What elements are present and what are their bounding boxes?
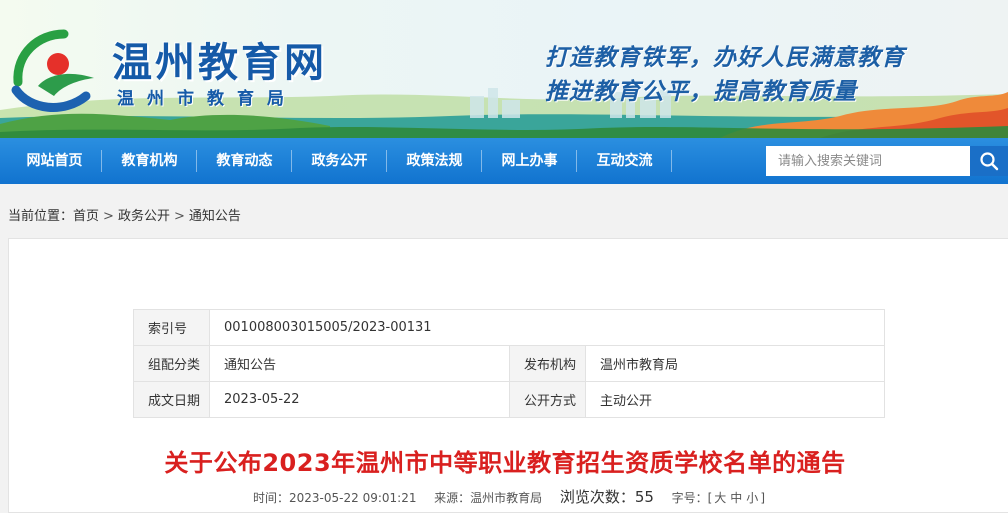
nav-item-online-services[interactable]: 网上办事 — [482, 138, 577, 184]
source-label: 来源： — [434, 491, 471, 505]
nav-item-government[interactable]: 政务公开 — [292, 138, 387, 184]
breadcrumb-separator: > — [103, 209, 114, 224]
site-banner: 温州教育网 温州市教育局 打造教育铁军，办好人民满意教育 推进教育公平，提高教育… — [0, 0, 1008, 138]
nav-divider — [671, 150, 672, 172]
site-title: 温州教育网 — [112, 39, 327, 86]
table-row: 索引号 001008003015005/2023-00131 — [133, 309, 885, 346]
slogan-line-1: 打造教育铁军，办好人民满意教育 — [545, 44, 905, 71]
time-label: 时间： — [253, 491, 290, 505]
index-value: 001008003015005/2023-00131 — [209, 309, 885, 346]
nav-item-news[interactable]: 教育动态 — [197, 138, 292, 184]
article-panel: 索引号 001008003015005/2023-00131 组配分类 通知公告… — [8, 238, 1008, 513]
time-value: 2023-05-22 09:01:21 — [289, 491, 417, 505]
document-meta-table: 索引号 001008003015005/2023-00131 组配分类 通知公告… — [133, 309, 885, 418]
font-size-medium-button[interactable]: 中 — [728, 491, 744, 505]
views-label: 浏览次数： — [559, 488, 635, 506]
category-value: 通知公告 — [209, 345, 510, 382]
open-method-label: 公开方式 — [509, 381, 586, 418]
site-subtitle: 温州市教育局 — [117, 89, 297, 109]
breadcrumb-separator: > — [173, 209, 185, 224]
search-input[interactable] — [766, 146, 970, 176]
main-nav: 网站首页 教育机构 教育动态 政务公开 政策法规 网上办事 互动交流 — [0, 138, 1008, 184]
table-row: 组配分类 通知公告 发布机构 温州市教育局 — [133, 345, 885, 382]
breadcrumb: 当前位置：首页 > 政务公开 > 通知公告 — [8, 205, 241, 224]
search-button[interactable] — [970, 146, 1008, 176]
nav-item-institutions[interactable]: 教育机构 — [102, 138, 197, 184]
search-icon — [980, 152, 999, 171]
index-label: 索引号 — [133, 309, 210, 346]
nav-item-interaction[interactable]: 互动交流 — [577, 138, 672, 184]
font-size-label: 字号：[ — [671, 491, 713, 505]
article-title: 关于公布2023年温州市中等职业教育招生资质学校名单的通告 — [164, 449, 846, 477]
category-label: 组配分类 — [133, 345, 210, 382]
breadcrumb-label: 当前位置： — [8, 209, 74, 224]
slogan-line-2: 推进教育公平，提高教育质量 — [545, 78, 857, 105]
nav-item-home[interactable]: 网站首页 — [7, 138, 102, 184]
font-size-large-button[interactable]: 大 — [712, 491, 728, 505]
open-method-value: 主动公开 — [585, 381, 885, 418]
font-size-small-button[interactable]: 小 — [744, 491, 760, 505]
breadcrumb-notices-link[interactable]: 通知公告 — [189, 209, 241, 224]
breadcrumb-government-link[interactable]: 政务公开 — [118, 209, 170, 224]
table-row: 成文日期 2023-05-22 公开方式 主动公开 — [133, 381, 885, 418]
views-count: 55 — [634, 488, 654, 506]
breadcrumb-home-link[interactable]: 首页 — [73, 209, 99, 224]
article-info: 时间：2023-05-22 09:01:21 来源：温州市教育局 浏览次数：55… — [9, 486, 1008, 507]
font-size-bracket: ] — [760, 491, 765, 505]
publisher-value: 温州市教育局 — [585, 345, 885, 382]
date-label: 成文日期 — [133, 381, 210, 418]
site-logo-icon — [11, 29, 94, 112]
date-value: 2023-05-22 — [209, 381, 510, 418]
publisher-label: 发布机构 — [509, 345, 586, 382]
nav-item-policies[interactable]: 政策法规 — [387, 138, 482, 184]
source-value: 温州市教育局 — [470, 491, 543, 505]
